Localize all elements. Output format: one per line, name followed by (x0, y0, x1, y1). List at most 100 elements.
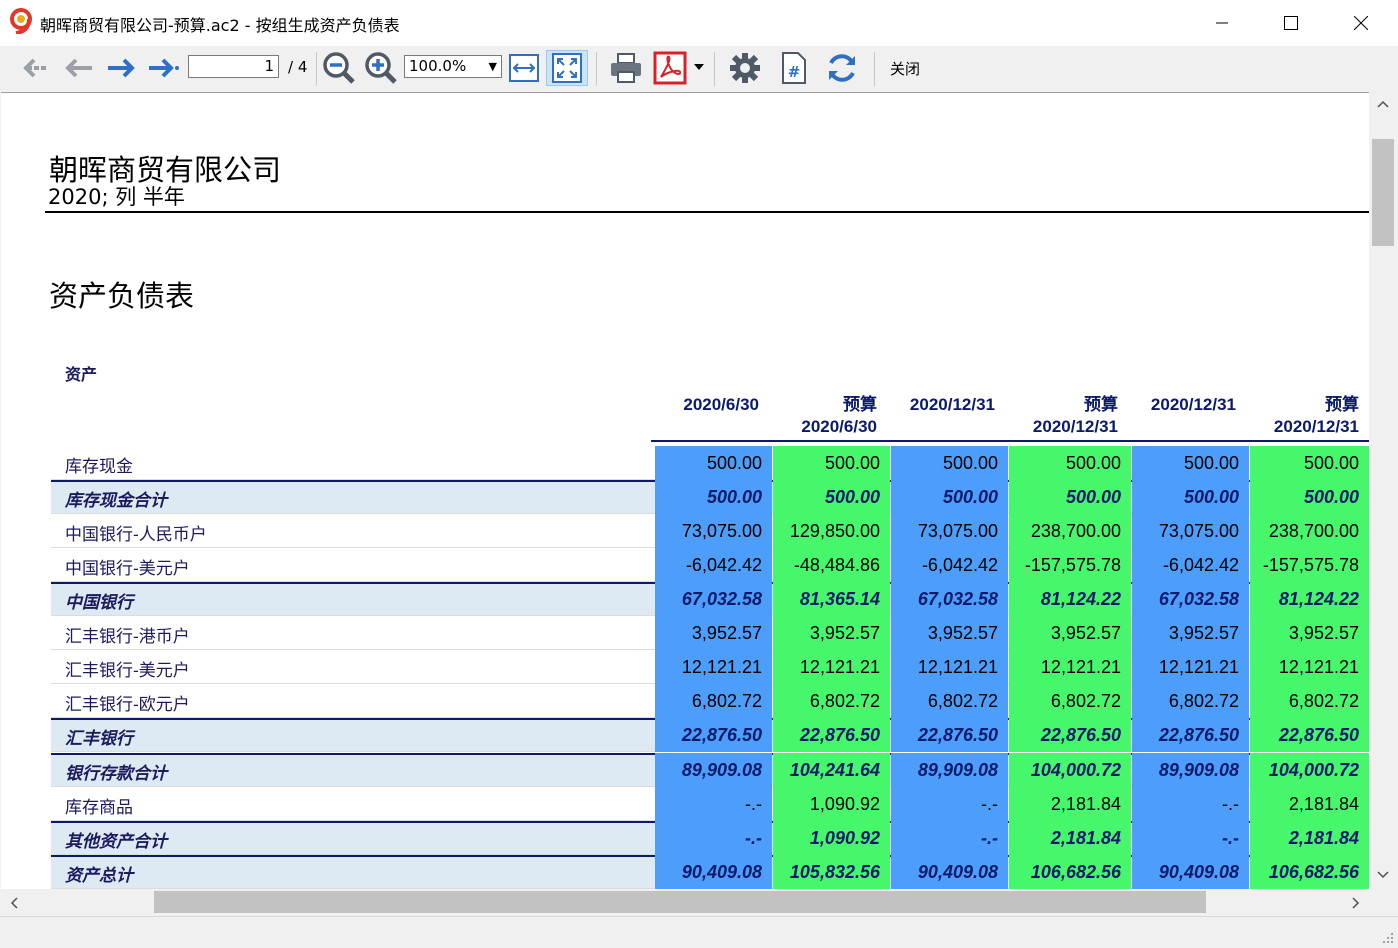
zoom-value: 100.0% (409, 57, 467, 75)
value-cell: 104,000.72 (1009, 753, 1131, 787)
value-cell: 500.00 (773, 446, 890, 480)
resize-grip-icon[interactable] (1382, 932, 1394, 944)
value-cell: 2,181.84 (1250, 787, 1369, 821)
value-cell: 6,802.72 (1132, 684, 1249, 718)
row-label: 中国银行-美元户 (65, 559, 190, 579)
scroll-up-icon[interactable] (1377, 100, 1389, 108)
toolbar: 1 / 4 100.0% ▼ # 关闭 (0, 46, 1398, 91)
zoom-in-button[interactable] (362, 50, 400, 86)
value-cell: 22,876.50 (773, 718, 890, 752)
close-report-button[interactable]: 关闭 (890, 58, 920, 79)
value-cell: 500.00 (1250, 446, 1369, 480)
last-page-button[interactable] (146, 50, 182, 86)
maximize-button[interactable] (1268, 0, 1314, 46)
value-cell: -48,484.86 (773, 548, 890, 582)
report-subtitle: 2020; 列 半年 (48, 185, 185, 209)
value-cell: 67,032.58 (1132, 582, 1249, 616)
value-cell: 12,121.21 (773, 650, 890, 684)
value-cell: 2,181.84 (1250, 821, 1369, 855)
value-cell: 3,952.57 (891, 616, 1008, 650)
table-row: 汇丰银行-美元户 12,121.21 12,121.21 12,121.21 12,12… (51, 650, 1369, 684)
page-numbering-button[interactable]: # (776, 50, 812, 86)
column-header: 2020/6/30 (651, 394, 759, 416)
row-label: 汇丰银行-港币户 (65, 627, 190, 647)
value-cell: 6,802.72 (655, 684, 772, 718)
horizontal-scrollbar[interactable] (1, 889, 1369, 916)
printer-icon (611, 53, 641, 83)
last-page-icon (149, 58, 179, 78)
minimize-icon (1216, 22, 1228, 24)
fit-width-button[interactable] (506, 50, 542, 86)
row-label: 库存商品 (65, 798, 133, 818)
table-row: 中国银行-人民币户 73,075.00 129,850.00 73,075.00 238… (51, 514, 1369, 548)
value-cell: 22,876.50 (1009, 718, 1131, 752)
header-underline (651, 440, 1369, 442)
value-cell: 22,876.50 (655, 718, 772, 752)
export-pdf-button[interactable] (650, 50, 690, 86)
scroll-down-icon[interactable] (1377, 871, 1389, 879)
table-row: 库存现金 500.00 500.00 500.00 500.00 500.00 500.00 (51, 446, 1369, 480)
value-cell: 238,700.00 (1009, 514, 1131, 548)
zoom-select[interactable]: 100.0% ▼ (404, 55, 502, 78)
zoom-out-icon (323, 52, 355, 84)
value-cell: 67,032.58 (655, 582, 772, 616)
value-cell: 89,909.08 (891, 753, 1008, 787)
value-cell: 81,124.22 (1250, 582, 1369, 616)
refresh-icon (829, 54, 855, 82)
section-title: 资产 (65, 365, 98, 384)
print-button[interactable] (606, 50, 646, 86)
scroll-left-icon[interactable] (10, 897, 18, 909)
first-page-icon (23, 58, 48, 78)
column-header-line2: 2020/12/31 (1032, 417, 1118, 436)
value-cell: -6,042.42 (891, 548, 1008, 582)
value-cell: 3,952.57 (1009, 616, 1131, 650)
arrow-left-icon (65, 58, 92, 78)
table-total-row: 其他资产合计 -.- 1,090.92 -.- 2,181.84 -.- 2,181.84 (51, 821, 1369, 855)
page-total: / 4 (288, 58, 308, 76)
value-cell: 106,682.56 (1250, 855, 1369, 889)
maximize-icon (1284, 16, 1298, 30)
column-header: 预算 2020/12/31 (1246, 394, 1359, 438)
title-bar: 朝晖商贸有限公司-预算.ac2 - 按组生成资产负债表 (0, 0, 1398, 46)
column-header-line1: 2020/6/30 (683, 395, 759, 414)
value-cell: 3,952.57 (1250, 616, 1369, 650)
value-cell: 89,909.08 (655, 753, 772, 787)
export-dropdown-button[interactable] (690, 50, 708, 86)
value-cell: 500.00 (1250, 480, 1369, 514)
minimize-button[interactable] (1199, 0, 1245, 46)
gear-icon (730, 53, 760, 83)
previous-page-button[interactable] (60, 50, 96, 86)
value-cell: 12,121.21 (1009, 650, 1131, 684)
zoom-out-button[interactable] (320, 50, 358, 86)
close-icon (1354, 16, 1368, 30)
page-number-input[interactable]: 1 (188, 55, 279, 78)
next-page-button[interactable] (104, 50, 140, 86)
value-cell: 3,952.57 (773, 616, 890, 650)
row-label: 汇丰银行 (65, 729, 133, 749)
row-label: 库存现金合计 (65, 491, 167, 511)
value-cell: 6,802.72 (891, 684, 1008, 718)
value-cell: 500.00 (655, 480, 772, 514)
fit-page-button[interactable] (546, 50, 588, 86)
column-header: 2020/12/31 (1128, 394, 1236, 416)
table-row: 汇丰银行-港币户 3,952.57 3,952.57 3,952.57 3,952.57… (51, 616, 1369, 650)
close-window-button[interactable] (1338, 0, 1384, 46)
column-header-line2: 2020/12/31 (1273, 417, 1359, 436)
scroll-right-icon[interactable] (1352, 897, 1360, 909)
vertical-scroll-thumb[interactable] (1372, 139, 1394, 246)
first-page-button[interactable] (18, 50, 54, 86)
column-header-line1: 预算 (1084, 395, 1118, 414)
value-cell: 81,365.14 (773, 582, 890, 616)
value-cell: 81,124.22 (1009, 582, 1131, 616)
settings-button[interactable] (726, 50, 764, 86)
vertical-scrollbar[interactable] (1369, 92, 1397, 889)
value-cell: -.- (891, 787, 1008, 821)
refresh-button[interactable] (822, 50, 862, 86)
value-cell: 90,409.08 (891, 855, 1008, 889)
value-cell: 90,409.08 (1132, 855, 1249, 889)
horizontal-scroll-thumb[interactable] (154, 891, 1206, 913)
header-divider (45, 211, 1369, 213)
fit-page-icon (552, 53, 582, 83)
row-label: 银行存款合计 (65, 764, 167, 784)
value-cell: 129,850.00 (773, 514, 890, 548)
